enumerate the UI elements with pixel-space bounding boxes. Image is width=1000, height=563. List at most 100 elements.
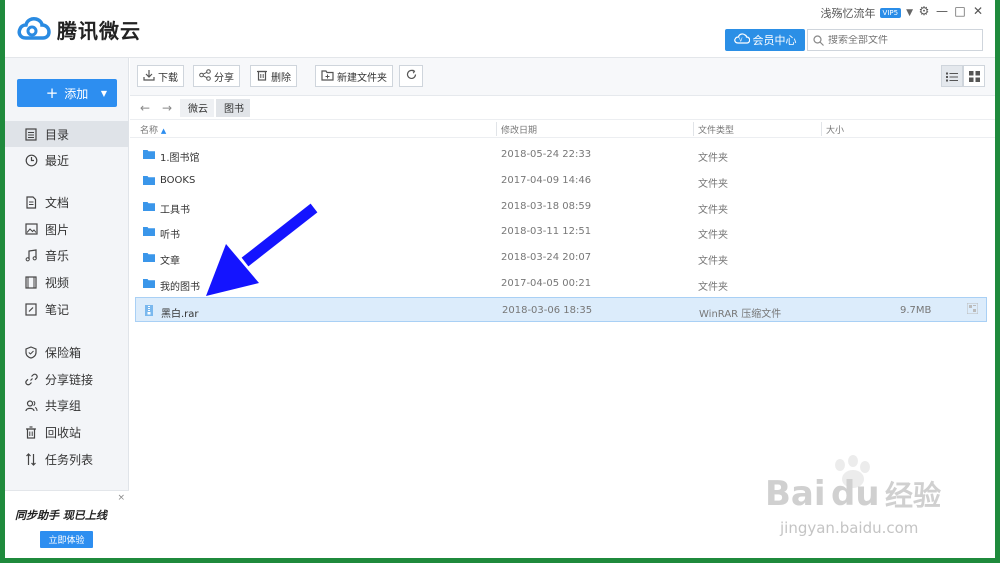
forward-arrow-icon[interactable]: → xyxy=(156,101,178,115)
sidebar-item-notes[interactable]: 笔记 xyxy=(5,296,129,322)
try-now-button[interactable]: 立即体验 xyxy=(40,531,93,548)
sidebar-item-music[interactable]: 音乐 xyxy=(5,242,129,268)
share-label: 分享 xyxy=(214,72,234,84)
new-folder-label: 新建文件夹 xyxy=(337,72,387,84)
table-row[interactable]: BOOKS 2017-04-09 14:46 文件夹 xyxy=(135,168,987,193)
refresh-icon xyxy=(406,69,417,83)
table-row[interactable]: 黑白.rar 2018-03-06 18:35 WinRAR 压缩文件 9.7MB xyxy=(135,296,987,322)
download-icon xyxy=(143,69,155,84)
vip-cloud-icon: V xyxy=(733,33,750,47)
column-divider[interactable] xyxy=(496,122,497,136)
column-name[interactable]: 名称 ▲ xyxy=(140,123,166,136)
username[interactable]: 浅殇忆流年 xyxy=(821,5,876,21)
plus-icon: + xyxy=(45,84,59,102)
column-divider[interactable] xyxy=(693,122,694,136)
file-modified-date: 2018-03-06 18:35 xyxy=(502,304,593,316)
chevron-down-icon: ▼ xyxy=(100,88,107,98)
sidebar-item-label: 目录 xyxy=(45,127,70,142)
sidebar-item-label: 最近 xyxy=(45,153,70,168)
folder-icon xyxy=(143,175,155,185)
sidebar-item-shared-groups[interactable]: 共享组 xyxy=(5,392,129,418)
directory-icon xyxy=(24,127,38,141)
search-box[interactable] xyxy=(807,29,983,51)
file-name: 1.图书馆 xyxy=(160,153,200,164)
maximize-icon[interactable]: □ xyxy=(951,3,969,19)
sidebar-item-images[interactable]: 图片 xyxy=(5,216,129,242)
document-icon xyxy=(24,195,38,209)
table-row[interactable]: 1.图书馆 2018-05-24 22:33 文件夹 xyxy=(135,142,987,167)
sidebar-item-safe[interactable]: 保险箱 xyxy=(5,339,129,365)
file-type: 文件夹 xyxy=(698,230,728,242)
back-arrow-icon[interactable]: ← xyxy=(134,101,156,115)
close-icon[interactable]: × xyxy=(117,493,125,503)
sidebar-item-documents[interactable]: 文档 xyxy=(5,189,129,215)
note-icon xyxy=(24,302,38,316)
app-window: 腾讯微云 浅殇忆流年 VIP5 ▼ ⚙ — □ ✕ V 会员中心 搜索全部文件 … xyxy=(5,0,995,558)
file-type: 文件夹 xyxy=(698,204,728,216)
grid-icon xyxy=(968,67,980,86)
grid-view-button[interactable] xyxy=(963,65,985,87)
image-icon xyxy=(24,222,38,236)
sidebar-item-recent[interactable]: 最近 xyxy=(5,147,129,173)
cloud-logo-icon xyxy=(17,16,51,42)
breadcrumb-root[interactable]: 微云 xyxy=(180,98,214,117)
path-bar: ← → 微云 图书 xyxy=(130,96,995,120)
list-view-button[interactable] xyxy=(941,65,963,87)
view-toggle xyxy=(941,65,985,87)
sidebar-item-task-list[interactable]: 任务列表 xyxy=(5,446,129,472)
svg-text:V: V xyxy=(739,38,743,44)
gear-icon[interactable]: ⚙ xyxy=(915,3,933,19)
table-row[interactable]: 我的图书 2017-04-05 00:21 文件夹 xyxy=(135,271,987,296)
file-modified-date: 2018-03-18 08:59 xyxy=(501,200,592,212)
member-center-label: 会员中心 xyxy=(752,34,797,47)
file-type: 文件夹 xyxy=(698,256,728,268)
brand-name: 腾讯微云 xyxy=(57,18,141,43)
watermark-brand-2: du xyxy=(831,474,880,514)
refresh-button[interactable] xyxy=(399,65,423,87)
file-type: WinRAR 压缩文件 xyxy=(699,308,782,320)
table-row[interactable]: 工具书 2018-03-18 08:59 文件夹 xyxy=(135,194,987,219)
table-header: 名称 ▲ 修改日期 文件类型 大小 xyxy=(130,120,995,138)
delete-button[interactable]: 删除 xyxy=(250,65,297,87)
sidebar-item-directory[interactable]: 目录 xyxy=(5,121,129,147)
table-row[interactable]: 文章 2018-03-24 20:07 文件夹 xyxy=(135,245,987,270)
column-size[interactable]: 大小 xyxy=(826,123,844,136)
column-divider[interactable] xyxy=(821,122,822,136)
sidebar-item-label: 保险箱 xyxy=(45,345,82,360)
qr-code-icon[interactable] xyxy=(966,302,979,317)
table-row[interactable]: 听书 2018-03-11 12:51 文件夹 xyxy=(135,219,987,244)
file-modified-date: 2018-03-24 20:07 xyxy=(501,252,592,264)
user-menu[interactable]: 浅殇忆流年 VIP5 ▼ xyxy=(821,5,913,21)
sidebar-item-label: 视频 xyxy=(45,275,70,290)
search-input[interactable] xyxy=(828,34,978,46)
column-modified[interactable]: 修改日期 xyxy=(501,123,537,136)
file-size: 9.7MB xyxy=(900,304,932,316)
member-center-button[interactable]: V 会员中心 xyxy=(725,29,805,51)
sidebar-item-label: 回收站 xyxy=(45,425,82,440)
chevron-down-icon[interactable]: ▼ xyxy=(906,8,913,18)
file-table: 名称 ▲ 修改日期 文件类型 大小 1.图书馆 2018-05-24 22:33 文… xyxy=(130,120,995,322)
archive-icon xyxy=(144,304,156,316)
add-button[interactable]: + 添加 ▼ xyxy=(17,79,117,107)
sidebar-item-recycle-bin[interactable]: 回收站 xyxy=(5,419,129,445)
file-name: 文章 xyxy=(160,256,180,268)
column-type[interactable]: 文件类型 xyxy=(698,123,734,136)
minimize-icon[interactable]: — xyxy=(933,3,951,19)
sidebar-item-videos[interactable]: 视频 xyxy=(5,269,129,295)
toolbar: 下载 分享 删除 新建文件夹 xyxy=(130,58,995,96)
file-name: BOOKS xyxy=(160,174,196,186)
baidu-jingyan-watermark: Bai du 经验 jingyan.baidu.com xyxy=(745,455,965,545)
file-modified-date: 2018-03-11 12:51 xyxy=(501,226,592,238)
sort-asc-icon: ▲ xyxy=(160,127,167,135)
new-folder-button[interactable]: 新建文件夹 xyxy=(315,65,393,87)
file-modified-date: 2017-04-05 00:21 xyxy=(501,278,592,289)
close-icon[interactable]: ✕ xyxy=(969,3,987,19)
download-button[interactable]: 下载 xyxy=(137,65,184,87)
share-button[interactable]: 分享 xyxy=(193,65,240,87)
folder-icon xyxy=(143,226,155,237)
file-name: 黑白.rar xyxy=(161,308,199,320)
sidebar-item-label: 文档 xyxy=(45,195,70,210)
breadcrumb-current[interactable]: 图书 xyxy=(216,98,250,117)
sidebar-item-share-links[interactable]: 分享链接 xyxy=(5,366,129,392)
sidebar-item-label: 音乐 xyxy=(45,248,70,263)
